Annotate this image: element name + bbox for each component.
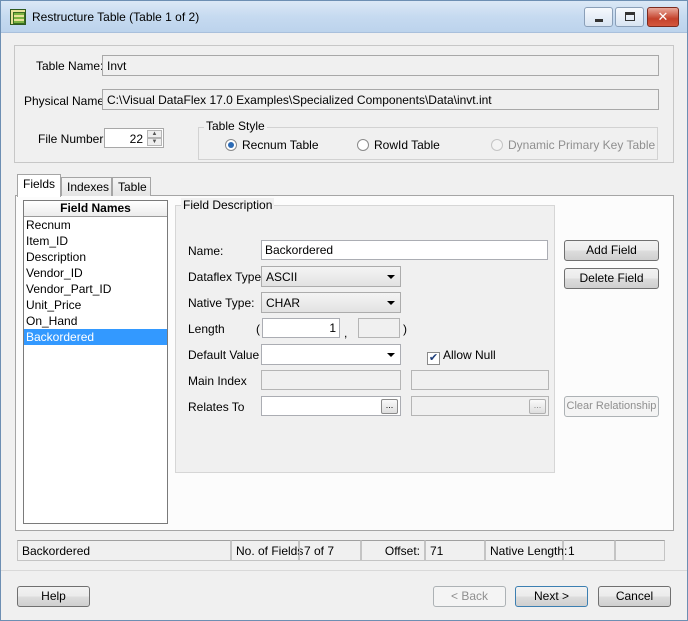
main-index-label: Main Index (188, 374, 247, 388)
table-name-field[interactable]: Invt (102, 55, 659, 76)
list-item[interactable]: Recnum (24, 217, 167, 233)
delete-field-button[interactable]: Delete Field (564, 268, 659, 289)
spin-down-icon[interactable]: ▼ (147, 138, 162, 146)
status-bar: Backordered No. of Fields 7 of 7 Offset:… (17, 540, 665, 561)
checkmark-icon: ✔ (427, 352, 440, 365)
status-empty-cell (615, 540, 665, 561)
chevron-down-icon (387, 353, 395, 357)
dataflex-type-value: ASCII (266, 270, 298, 284)
status-offset-label: Offset: (361, 540, 425, 561)
status-num-fields-value: 7 of 7 (299, 540, 361, 561)
radio-label: Recnum Table (242, 138, 319, 152)
list-item[interactable]: Item_ID (24, 233, 167, 249)
restructure-table-dialog: Restructure Table (Table 1 of 2) ✕ Table… (0, 0, 688, 621)
status-num-fields-label: No. of Fields (231, 540, 303, 561)
list-item-selected[interactable]: Backordered (24, 329, 167, 345)
field-description-title: Field Description (181, 198, 275, 212)
allow-null-label: Allow Null (443, 348, 496, 362)
radio-label: RowId Table (374, 138, 440, 152)
native-type-value: CHAR (266, 296, 301, 310)
length-close-paren: ) (403, 322, 407, 336)
clear-relationship-button: Clear Relationship (564, 396, 659, 417)
next-button[interactable]: Next > (515, 586, 588, 607)
allow-null-checkbox[interactable]: ✔ Allow Null (427, 348, 496, 365)
tab-table[interactable]: Table (112, 177, 151, 196)
ellipsis-button-disabled: ... (529, 399, 546, 414)
native-type-label: Native Type: (188, 296, 255, 310)
tab-fields[interactable]: Fields (17, 174, 61, 197)
length-separator: , (344, 326, 348, 340)
native-type-select[interactable]: CHAR (261, 292, 401, 313)
length-label: Length (188, 322, 225, 336)
radio-selected-icon (225, 139, 237, 151)
status-native-length-label: Native Length: (485, 540, 567, 561)
spin-up-icon[interactable]: ▲ (147, 130, 162, 138)
minimize-icon (595, 19, 603, 22)
window-title: Restructure Table (Table 1 of 2) (32, 10, 200, 24)
cancel-button[interactable]: Cancel (598, 586, 671, 607)
back-button: < Back (433, 586, 506, 607)
chevron-down-icon (387, 275, 395, 279)
title-bar: Restructure Table (Table 1 of 2) ✕ (1, 1, 687, 33)
app-table-icon (10, 9, 26, 25)
radio-label: Dynamic Primary Key Table (508, 138, 656, 152)
dataflex-type-select[interactable]: ASCII (261, 266, 401, 287)
maximize-button[interactable] (615, 7, 644, 27)
table-style-title: Table Style (204, 119, 267, 133)
field-name-input[interactable]: Backordered (261, 240, 548, 260)
stepper-arrows[interactable]: ▲ ▼ (147, 130, 162, 146)
list-item[interactable]: Vendor_Part_ID (24, 281, 167, 297)
chevron-down-icon (387, 301, 395, 305)
default-value-label: Default Value (188, 348, 260, 362)
list-header: Field Names (24, 201, 167, 217)
relates-to-label: Relates To (188, 400, 245, 414)
precision-input (358, 318, 400, 338)
dataflex-type-label: Dataflex Type: (188, 270, 265, 284)
file-number-stepper[interactable]: 22 ▲ ▼ (104, 128, 164, 148)
list-item[interactable]: Unit_Price (24, 297, 167, 313)
status-current-field: Backordered (17, 540, 231, 561)
radio-recnum-table[interactable]: Recnum Table (225, 138, 319, 152)
minimize-button[interactable] (584, 7, 613, 27)
status-offset-value: 71 (425, 540, 485, 561)
relates-to-field-2: ... (411, 396, 549, 416)
physical-name-label: Physical Name: (24, 94, 108, 108)
radio-icon (357, 139, 369, 151)
radio-dynamic-primary-key-table: Dynamic Primary Key Table (491, 138, 655, 152)
close-icon: ✕ (657, 9, 669, 24)
physical-name-field[interactable]: C:\Visual DataFlex 17.0 Examples\Special… (102, 89, 659, 110)
add-field-button[interactable]: Add Field (564, 240, 659, 261)
footer-divider (1, 570, 687, 571)
list-item[interactable]: Description (24, 249, 167, 265)
maximize-icon (625, 12, 635, 21)
length-open-paren: ( (256, 322, 260, 336)
field-names-list[interactable]: Field Names Recnum Item_ID Description V… (23, 200, 168, 524)
ellipsis-button[interactable]: ... (381, 399, 398, 414)
length-input[interactable]: 1 (262, 318, 340, 338)
radio-rowid-table[interactable]: RowId Table (357, 138, 440, 152)
file-number-value: 22 (129, 132, 143, 146)
main-index-field-2 (411, 370, 549, 390)
main-index-field (261, 370, 401, 390)
close-button[interactable]: ✕ (647, 7, 679, 27)
tab-indexes[interactable]: Indexes (61, 177, 112, 196)
list-item[interactable]: Vendor_ID (24, 265, 167, 281)
file-number-label: File Number: (38, 132, 107, 146)
status-native-length-value: 1 (563, 540, 615, 561)
list-item[interactable]: On_Hand (24, 313, 167, 329)
table-name-label: Table Name: (36, 59, 104, 73)
help-button[interactable]: Help (17, 586, 90, 607)
radio-icon (491, 139, 503, 151)
default-value-select[interactable] (261, 344, 401, 365)
relates-to-input[interactable]: ... (261, 396, 401, 416)
name-label: Name: (188, 244, 224, 258)
